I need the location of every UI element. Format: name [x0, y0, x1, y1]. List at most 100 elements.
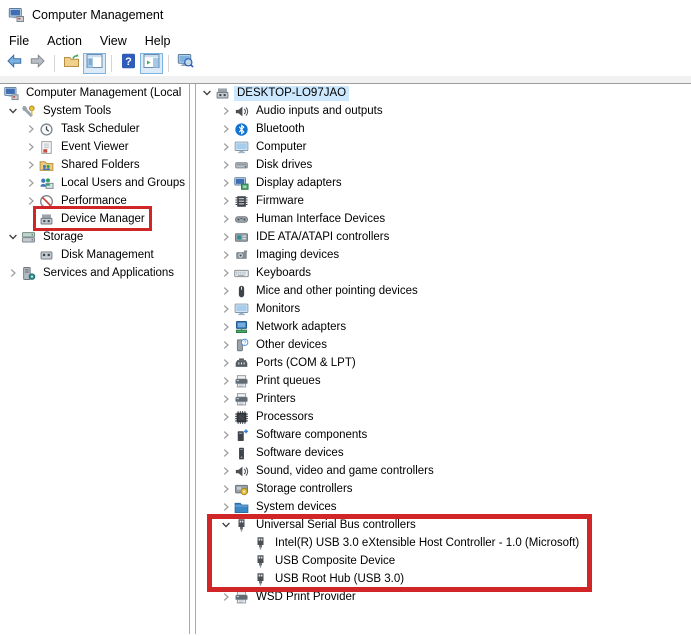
- usb-icon: [253, 554, 268, 569]
- tree-item[interactable]: Audio inputs and outputs: [196, 102, 691, 120]
- tree-item-label: Processors: [256, 410, 314, 423]
- tree-item[interactable]: Universal Serial Bus controllers: [196, 516, 691, 534]
- monitor-search-button[interactable]: [174, 53, 197, 74]
- chevron-collapsed-icon[interactable]: [217, 592, 234, 602]
- tree-item[interactable]: ? Other devices: [196, 336, 691, 354]
- tree-item[interactable]: Software components: [196, 426, 691, 444]
- chevron-collapsed-icon[interactable]: [217, 232, 234, 242]
- chevron-collapsed-icon[interactable]: [217, 466, 234, 476]
- back-button[interactable]: [3, 53, 26, 74]
- sound-icon: [234, 464, 249, 479]
- tree-item[interactable]: Sound, video and game controllers: [196, 462, 691, 480]
- tree-item[interactable]: System Tools: [0, 102, 189, 120]
- chevron-collapsed-icon[interactable]: [217, 268, 234, 278]
- tree-item[interactable]: Storage controllers: [196, 480, 691, 498]
- tree-item[interactable]: Printers: [196, 390, 691, 408]
- up-folder-icon: [63, 53, 80, 74]
- chevron-collapsed-icon[interactable]: [217, 448, 234, 458]
- menu-item-help[interactable]: Help: [136, 32, 180, 50]
- menu-item-file[interactable]: File: [0, 32, 38, 50]
- chevron-collapsed-icon[interactable]: [22, 196, 39, 206]
- chevron-collapsed-icon[interactable]: [217, 358, 234, 368]
- tree-item[interactable]: Event Viewer: [0, 138, 189, 156]
- chevron-collapsed-icon[interactable]: [217, 502, 234, 512]
- tree-item-label: Computer: [256, 140, 307, 153]
- tree-item[interactable]: Bluetooth: [196, 120, 691, 138]
- chevron-collapsed-icon[interactable]: [217, 160, 234, 170]
- chevron-collapsed-icon[interactable]: [217, 376, 234, 386]
- forward-button[interactable]: [26, 53, 49, 74]
- show-action-pane-button[interactable]: [140, 53, 163, 74]
- system-tools-icon: [21, 104, 36, 119]
- tree-item[interactable]: Disk Management: [0, 246, 189, 264]
- menu-item-action[interactable]: Action: [38, 32, 91, 50]
- chevron-collapsed-icon[interactable]: [217, 178, 234, 188]
- tree-item[interactable]: Device Manager: [0, 210, 189, 228]
- tree-item[interactable]: Intel(R) USB 3.0 eXtensible Host Control…: [196, 534, 691, 552]
- chevron-collapsed-icon[interactable]: [22, 142, 39, 152]
- chevron-collapsed-icon[interactable]: [217, 394, 234, 404]
- chevron-collapsed-icon[interactable]: [4, 268, 21, 278]
- chevron-expanded-icon[interactable]: [4, 106, 21, 116]
- chevron-expanded-icon[interactable]: [198, 88, 215, 98]
- chevron-collapsed-icon[interactable]: [22, 160, 39, 170]
- chevron-expanded-icon[interactable]: [4, 232, 21, 242]
- tree-item[interactable]: Software devices: [196, 444, 691, 462]
- chevron-collapsed-icon[interactable]: [217, 142, 234, 152]
- chevron-collapsed-icon[interactable]: [217, 106, 234, 116]
- tree-item[interactable]: USB Root Hub (USB 3.0): [196, 570, 691, 588]
- tree-item[interactable]: Monitors: [196, 300, 691, 318]
- tree-item[interactable]: Firmware: [196, 192, 691, 210]
- tree-item[interactable]: Network adapters: [196, 318, 691, 336]
- tree-item-label: Services and Applications: [43, 266, 175, 279]
- network-icon: [234, 320, 249, 335]
- chevron-collapsed-icon[interactable]: [217, 322, 234, 332]
- svg-text:?: ?: [125, 56, 132, 68]
- tree-item[interactable]: Computer: [196, 138, 691, 156]
- tree-item[interactable]: Imaging devices: [196, 246, 691, 264]
- chevron-collapsed-icon[interactable]: [217, 250, 234, 260]
- tree-item[interactable]: Processors: [196, 408, 691, 426]
- tree-item[interactable]: Shared Folders: [0, 156, 189, 174]
- tree-item[interactable]: Performance: [0, 192, 189, 210]
- tree-item[interactable]: Keyboards: [196, 264, 691, 282]
- tree-item[interactable]: Human Interface Devices: [196, 210, 691, 228]
- tree-item[interactable]: USB Composite Device: [196, 552, 691, 570]
- tree-item-label: Network adapters: [256, 320, 347, 333]
- chevron-expanded-icon[interactable]: [217, 520, 234, 530]
- tree-item[interactable]: IDE ATA/ATAPI controllers: [196, 228, 691, 246]
- chevron-collapsed-icon[interactable]: [217, 196, 234, 206]
- chevron-collapsed-icon[interactable]: [22, 178, 39, 188]
- bluetooth-icon: [234, 122, 249, 137]
- chevron-collapsed-icon[interactable]: [217, 412, 234, 422]
- tree-item[interactable]: Storage: [0, 228, 189, 246]
- tree-item[interactable]: DESKTOP-LO97JAO: [196, 84, 691, 102]
- tree-item[interactable]: Display adapters: [196, 174, 691, 192]
- chevron-collapsed-icon[interactable]: [22, 124, 39, 134]
- processor-icon: [234, 410, 249, 425]
- tree-item-label: Disk drives: [256, 158, 313, 171]
- chevron-collapsed-icon[interactable]: [217, 484, 234, 494]
- tree-item[interactable]: WSD Print Provider: [196, 588, 691, 606]
- help-button[interactable]: ?: [117, 53, 140, 74]
- tree-item-label: Firmware: [256, 194, 304, 207]
- chevron-collapsed-icon[interactable]: [217, 304, 234, 314]
- tree-item[interactable]: Ports (COM & LPT): [196, 354, 691, 372]
- show-console-tree-button[interactable]: [83, 53, 106, 74]
- tree-item[interactable]: Disk drives: [196, 156, 691, 174]
- tree-item[interactable]: Local Users and Groups: [0, 174, 189, 192]
- toolbar: ?: [0, 51, 691, 76]
- chevron-collapsed-icon[interactable]: [217, 430, 234, 440]
- tree-item[interactable]: Computer Management (Local: [0, 84, 189, 102]
- chevron-collapsed-icon[interactable]: [217, 124, 234, 134]
- tree-item[interactable]: Print queues: [196, 372, 691, 390]
- chevron-collapsed-icon[interactable]: [217, 214, 234, 224]
- menu-item-view[interactable]: View: [91, 32, 136, 50]
- chevron-collapsed-icon[interactable]: [217, 286, 234, 296]
- tree-item[interactable]: Mice and other pointing devices: [196, 282, 691, 300]
- tree-item[interactable]: Task Scheduler: [0, 120, 189, 138]
- up-level-button[interactable]: [60, 53, 83, 74]
- tree-item[interactable]: Services and Applications: [0, 264, 189, 282]
- chevron-collapsed-icon[interactable]: [217, 340, 234, 350]
- tree-item[interactable]: System devices: [196, 498, 691, 516]
